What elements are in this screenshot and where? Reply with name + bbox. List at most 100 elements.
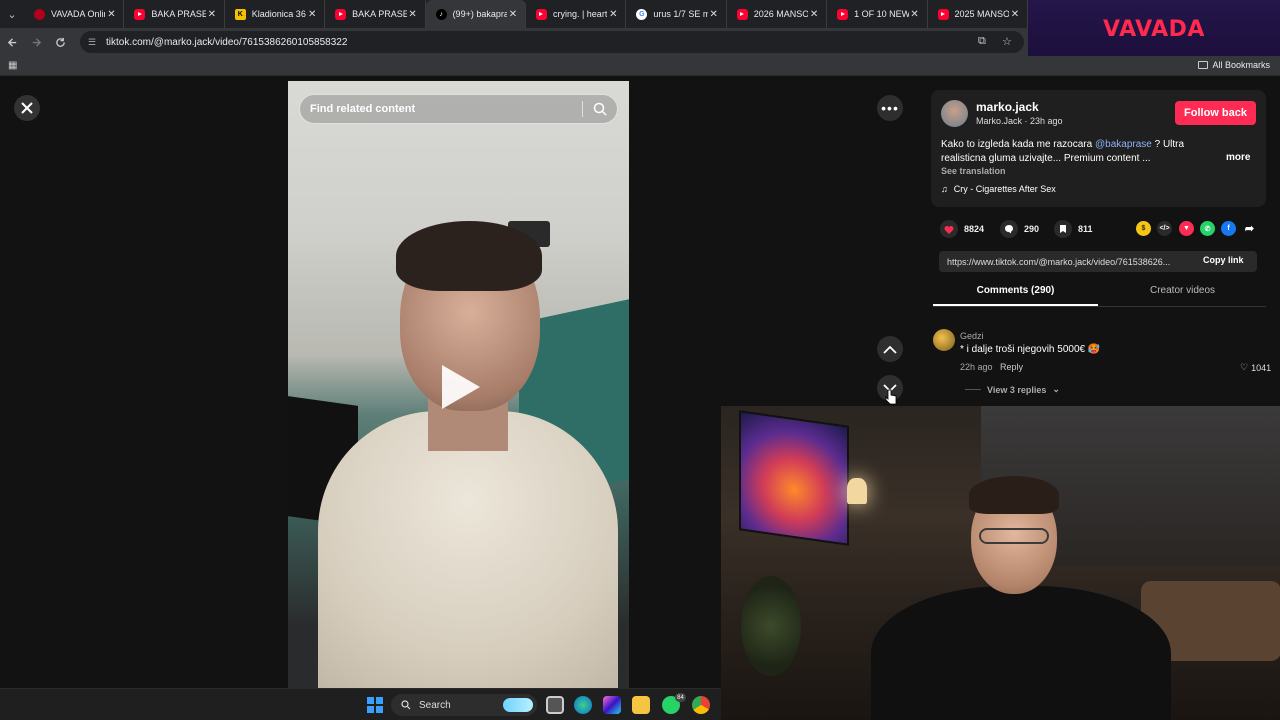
comment-text: * i dalje troši njegovih 5000€ 🥵 (960, 344, 1101, 355)
tabs-container: VAVADA Online✕BAKA PRASE X✕KKladionica 3… (24, 0, 1028, 28)
tab-search-button[interactable]: ⌄ (0, 0, 24, 28)
hand-cursor-icon (885, 389, 897, 405)
browser-tab[interactable]: K Kladionica 365 ✕ (225, 0, 326, 28)
coin-share-icon[interactable]: $ (1136, 221, 1151, 236)
tab-close-icon[interactable]: ✕ (507, 9, 519, 20)
install-app-icon[interactable]: ⧉ (978, 35, 986, 48)
repost-icon[interactable]: ▼ (1179, 221, 1194, 236)
embed-code-icon[interactable]: </> (1157, 221, 1172, 236)
vavada-ad-banner[interactable]: VAVADA (1028, 0, 1280, 58)
tab-close-icon[interactable]: ✕ (808, 9, 820, 20)
google-icon: G (636, 8, 648, 20)
browser-tab[interactable]: 2025 MANSOR✕ (928, 0, 1028, 28)
tab-close-icon[interactable]: ✕ (708, 9, 720, 20)
forward-button[interactable] (24, 28, 48, 56)
music-title: Cry - Cigarettes After Sex (953, 184, 1056, 194)
share-arrow-icon[interactable]: ➦ (1242, 221, 1257, 236)
browser-tab[interactable]: BAKA PRASE X✕ (325, 0, 426, 28)
tab-close-icon[interactable]: ✕ (407, 9, 419, 20)
browser-tab[interactable]: VAVADA Online✕ (24, 0, 125, 28)
bookmark-star-icon[interactable]: ☆ (1002, 35, 1012, 48)
browser-tab[interactable]: Gurus 1/7 SE ma✕ (626, 0, 727, 28)
youtube-icon (335, 8, 347, 20)
related-search-input[interactable]: Find related content (299, 94, 618, 124)
tabs-divider (933, 306, 1266, 307)
tab-title: 2025 MANSOR (954, 9, 1009, 19)
edge-browser-icon[interactable] (574, 696, 592, 714)
all-bookmarks-label: All Bookmarks (1212, 60, 1270, 70)
all-bookmarks-button[interactable]: All Bookmarks (1198, 60, 1270, 70)
tab-close-icon[interactable]: ✕ (206, 9, 218, 20)
chrome-icon[interactable] (692, 696, 710, 714)
music-note-icon: ♫ (941, 184, 948, 194)
search-highlight-icon (503, 698, 533, 712)
tab-creator-videos[interactable]: Creator videos (1100, 285, 1265, 296)
tab-close-icon[interactable]: ✕ (306, 9, 318, 20)
taskbar-search-box[interactable]: Search (391, 694, 537, 716)
save-button[interactable]: 811 (1054, 220, 1093, 238)
share-link-text: https://www.tiktok.com/@marko.jack/video… (947, 256, 1171, 267)
music-link[interactable]: ♫ Cry - Cigarettes After Sex (941, 184, 1056, 194)
bookmark-icon (1054, 220, 1072, 238)
author-name[interactable]: marko.jack (976, 100, 1039, 114)
save-count: 811 (1078, 224, 1093, 234)
facebook-icon[interactable]: f (1221, 221, 1236, 236)
comment-bubble-icon (1000, 220, 1018, 238)
tab-close-icon[interactable]: ✕ (607, 9, 619, 20)
comment-reply-button[interactable]: Reply (1000, 362, 1023, 372)
site-info-icon[interactable]: ☰ (88, 37, 100, 47)
more-options-button[interactable]: ••• (877, 95, 903, 121)
chevron-down-small-icon: ⌄ (1052, 384, 1060, 394)
follow-back-button[interactable]: Follow back (1175, 101, 1256, 125)
tab-title: crying. | heartb (552, 9, 608, 19)
browser-tab[interactable]: ♪ (99+) bakaprase✕ (425, 0, 526, 28)
comment-username[interactable]: Gedzi (960, 331, 984, 341)
reload-button[interactable] (48, 28, 72, 56)
play-icon[interactable] (442, 365, 480, 409)
comment-button[interactable]: 290 (1000, 220, 1039, 238)
copilot-icon[interactable] (603, 696, 621, 714)
tab-title: BAKA PRASE X (352, 9, 407, 19)
close-icon (21, 102, 33, 114)
like-count: 8824 (964, 224, 985, 234)
tab-title: (99+) bakaprase (452, 9, 507, 19)
tab-close-icon[interactable]: ✕ (1009, 9, 1021, 20)
comment-like-button[interactable]: ♡ 1041 (1240, 362, 1271, 373)
browser-tab[interactable]: 2026 MANSOR✕ (727, 0, 828, 28)
browser-tab[interactable]: crying. | heartb ✕ (526, 0, 627, 28)
youtube-icon (535, 8, 547, 20)
comment-avatar[interactable] (933, 329, 955, 351)
back-button[interactable] (0, 28, 24, 56)
video-player[interactable]: Find related content (288, 81, 629, 688)
like-button[interactable]: 8824 (940, 220, 984, 238)
tab-title: 2026 MANSOR (753, 9, 809, 19)
apps-grid-icon[interactable]: ▦ (8, 60, 19, 71)
webcam-tv-fireplace (739, 410, 849, 546)
task-view-icon[interactable] (546, 696, 564, 714)
search-icon[interactable] (593, 102, 607, 116)
address-bar[interactable]: ☰ tiktok.com/@marko.jack/video/761538626… (80, 31, 1024, 53)
previous-video-button[interactable] (877, 336, 903, 362)
whatsapp-icon[interactable]: ✆ (1200, 221, 1215, 236)
browser-tab[interactable]: BAKA PRASE X✕ (124, 0, 225, 28)
related-search-placeholder: Find related content (310, 103, 416, 115)
vavada-logo: VAVADA (1103, 16, 1205, 42)
caption-more-link[interactable]: more (1226, 152, 1250, 163)
reload-icon (55, 37, 65, 47)
close-video-button[interactable] (14, 95, 40, 121)
see-translation-link[interactable]: See translation (941, 166, 1006, 176)
view-replies-button[interactable]: View 3 replies ⌄ (965, 384, 1060, 395)
copy-link-button[interactable]: Copy link (1203, 255, 1244, 265)
video-frame-hair (396, 221, 542, 291)
tab-title: Kladionica 365 (251, 9, 307, 19)
tab-close-icon[interactable]: ✕ (909, 9, 921, 20)
back-arrow-icon (7, 37, 16, 47)
author-avatar[interactable] (941, 100, 968, 127)
tab-comments[interactable]: Comments (290) (933, 285, 1098, 296)
file-explorer-icon[interactable] (632, 696, 650, 714)
folder-icon (1198, 61, 1209, 69)
caption-mention-link[interactable]: @bakaprase (1095, 139, 1152, 150)
tab-close-icon[interactable]: ✕ (105, 9, 117, 20)
windows-start-icon[interactable] (367, 697, 383, 713)
browser-tab[interactable]: 1 OF 10 NEW ✕ (827, 0, 928, 28)
